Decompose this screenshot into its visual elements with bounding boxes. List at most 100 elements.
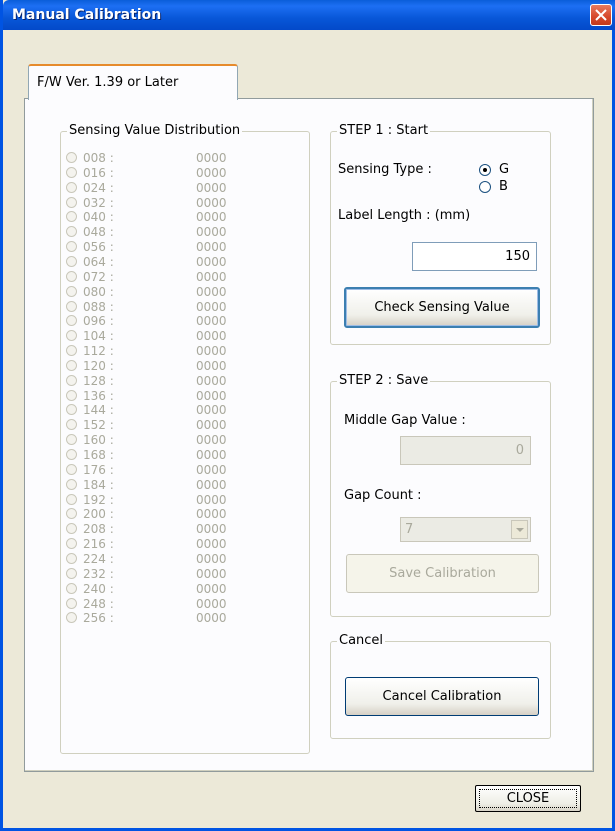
distribution-row: 120 : 0000 bbox=[66, 359, 266, 374]
distribution-row: 232 : 0000 bbox=[66, 567, 266, 582]
distribution-radio[interactable] bbox=[66, 463, 77, 475]
distribution-radio[interactable] bbox=[66, 359, 77, 371]
distribution-radio[interactable] bbox=[66, 508, 77, 520]
distribution-radio[interactable] bbox=[66, 612, 77, 624]
distribution-radio[interactable] bbox=[66, 226, 77, 238]
distribution-row: 104 : 0000 bbox=[66, 329, 266, 344]
distribution-row-label: 208 : bbox=[83, 522, 114, 537]
distribution-row-value: 0000 bbox=[196, 462, 227, 477]
distribution-radio[interactable] bbox=[66, 567, 77, 579]
distribution-row: 088 : 0000 bbox=[66, 300, 266, 315]
gap-count-value: 7 bbox=[405, 522, 414, 537]
cancel-calibration-button[interactable]: Cancel Calibration bbox=[345, 677, 539, 716]
distribution-row-value: 0000 bbox=[196, 537, 227, 552]
distribution-row-label: 128 : bbox=[83, 373, 114, 388]
distribution-row-value: 0000 bbox=[196, 596, 227, 611]
cancel-calibration-label: Cancel Calibration bbox=[382, 689, 502, 704]
distribution-radio[interactable] bbox=[66, 300, 77, 312]
radio-b[interactable] bbox=[479, 181, 491, 193]
distribution-row-value: 0000 bbox=[196, 225, 227, 240]
distribution-radio[interactable] bbox=[66, 597, 77, 609]
distribution-row-value: 0000 bbox=[196, 522, 227, 537]
distribution-radio[interactable] bbox=[66, 374, 77, 386]
distribution-row: 032 : 0000 bbox=[66, 196, 266, 211]
distribution-row-value: 0000 bbox=[196, 611, 227, 626]
gap-count-label: Gap Count : bbox=[344, 488, 422, 503]
distribution-row-label: 240 : bbox=[83, 581, 114, 596]
label-length-input[interactable]: 150 bbox=[412, 242, 537, 271]
distribution-row: 200 : 0000 bbox=[66, 507, 266, 522]
distribution-radio[interactable] bbox=[66, 315, 77, 327]
gap-count-select[interactable]: 7 bbox=[400, 517, 531, 542]
distribution-radio[interactable] bbox=[66, 478, 77, 490]
middle-gap-input[interactable]: 0 bbox=[400, 436, 531, 465]
distribution-row: 168 : 0000 bbox=[66, 448, 266, 463]
tab-fw-version[interactable]: F/W Ver. 1.39 or Later bbox=[28, 64, 238, 100]
middle-gap-label: Middle Gap Value : bbox=[344, 413, 466, 428]
distribution-row-label: 256 : bbox=[83, 611, 114, 626]
distribution-row-label: 088 : bbox=[83, 299, 114, 314]
distribution-radio[interactable] bbox=[66, 255, 77, 267]
distribution-radio[interactable] bbox=[66, 330, 77, 342]
distribution-radio[interactable] bbox=[66, 552, 77, 564]
distribution-row: 008 : 0000 bbox=[66, 151, 266, 166]
distribution-row-value: 0000 bbox=[196, 581, 227, 596]
distribution-row: 216 : 0000 bbox=[66, 537, 266, 552]
step1-legend: STEP 1 : Start bbox=[337, 123, 431, 138]
label-length-label: Label Length : (mm) bbox=[338, 208, 471, 223]
distribution-row: 256 : 0000 bbox=[66, 611, 266, 626]
distribution-radio[interactable] bbox=[66, 241, 77, 253]
distribution-row: 072 : 0000 bbox=[66, 270, 266, 285]
distribution-row-label: 016 : bbox=[83, 165, 114, 180]
title-bar[interactable]: Manual Calibration bbox=[3, 0, 615, 30]
distribution-radio[interactable] bbox=[66, 196, 77, 208]
distribution-row-value: 0000 bbox=[196, 388, 227, 403]
distribution-radio[interactable] bbox=[66, 211, 77, 223]
distribution-row-label: 144 : bbox=[83, 403, 114, 418]
distribution-radio[interactable] bbox=[66, 523, 77, 535]
distribution-row-label: 048 : bbox=[83, 225, 114, 240]
distribution-radio[interactable] bbox=[66, 181, 77, 193]
distribution-radio[interactable] bbox=[66, 166, 77, 178]
check-sensing-value-button[interactable]: Check Sensing Value bbox=[344, 287, 540, 328]
radio-g-label: G bbox=[499, 162, 510, 177]
cancel-legend: Cancel bbox=[337, 633, 386, 648]
window-close-button[interactable] bbox=[590, 4, 612, 26]
middle-gap-value: 0 bbox=[515, 443, 524, 458]
distribution-radio[interactable] bbox=[66, 345, 77, 357]
distribution-radio[interactable] bbox=[66, 285, 77, 297]
distribution-row: 240 : 0000 bbox=[66, 582, 266, 597]
distribution-radio[interactable] bbox=[66, 152, 77, 163]
distribution-row-label: 200 : bbox=[83, 507, 114, 522]
distribution-radio[interactable] bbox=[66, 538, 77, 550]
distribution-radio[interactable] bbox=[66, 449, 77, 460]
sensing-type-label: Sensing Type : bbox=[338, 162, 432, 177]
distribution-row-label: 160 : bbox=[83, 433, 114, 448]
distribution-row-value: 0000 bbox=[196, 195, 227, 210]
distribution-row-label: 152 : bbox=[83, 418, 114, 433]
distribution-row-value: 0000 bbox=[196, 344, 227, 359]
distribution-row-value: 0000 bbox=[196, 448, 227, 462]
distribution-row-label: 136 : bbox=[83, 388, 114, 403]
distribution-row-value: 0000 bbox=[196, 418, 227, 433]
distribution-row: 160 : 0000 bbox=[66, 433, 266, 448]
distribution-radio[interactable] bbox=[66, 389, 77, 401]
distribution-row-label: 112 : bbox=[83, 344, 114, 359]
distribution-row-label: 120 : bbox=[83, 358, 114, 373]
distribution-row-label: 024 : bbox=[83, 180, 114, 195]
distribution-row: 192 : 0000 bbox=[66, 493, 266, 508]
distribution-radio[interactable] bbox=[66, 404, 77, 416]
distribution-row-value: 0000 bbox=[196, 314, 227, 329]
distribution-row-label: 104 : bbox=[83, 329, 114, 344]
distribution-radio[interactable] bbox=[66, 434, 77, 446]
distribution-radio[interactable] bbox=[66, 493, 77, 505]
chevron-down-icon[interactable] bbox=[511, 520, 528, 539]
close-button[interactable]: CLOSE bbox=[475, 785, 581, 812]
distribution-row-label: 224 : bbox=[83, 551, 114, 566]
save-calibration-button[interactable]: Save Calibration bbox=[346, 554, 539, 593]
distribution-radio[interactable] bbox=[66, 270, 77, 282]
save-calibration-label: Save Calibration bbox=[389, 566, 496, 581]
distribution-radio[interactable] bbox=[66, 419, 77, 431]
distribution-radio[interactable] bbox=[66, 582, 77, 594]
radio-g[interactable] bbox=[479, 164, 491, 176]
